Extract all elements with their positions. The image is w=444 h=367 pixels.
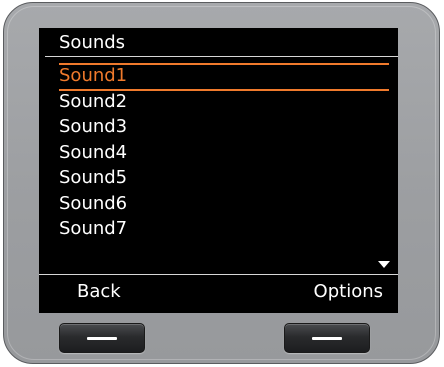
menu-item-sound2[interactable]: Sound2 <box>39 89 398 115</box>
sounds-menu-list: Sound1 Sound2 Sound3 Sound4 Sound5 Sound… <box>39 63 398 242</box>
menu-item-sound1[interactable]: Sound1 <box>39 63 398 90</box>
softkey-back-label: Back <box>77 281 121 302</box>
softkey-divider <box>39 274 398 275</box>
screen-title: Sounds <box>59 32 126 53</box>
scroll-down-arrow-icon <box>378 261 390 268</box>
menu-item-sound3[interactable]: Sound3 <box>39 114 398 140</box>
title-divider <box>45 56 398 57</box>
softkey-options-label: Options <box>313 281 383 302</box>
right-softkey-button[interactable] <box>284 323 370 353</box>
softkey-dash-icon <box>312 337 342 340</box>
left-softkey-button[interactable] <box>59 323 145 353</box>
phone-bezel: Sounds Sound1 Sound2 Sound3 Sound4 Sound… <box>3 2 440 364</box>
menu-item-sound7[interactable]: Sound7 <box>39 216 398 242</box>
softkey-dash-icon <box>87 337 117 340</box>
menu-item-sound4[interactable]: Sound4 <box>39 140 398 166</box>
menu-item-sound6[interactable]: Sound6 <box>39 191 398 217</box>
display-screen: Sounds Sound1 Sound2 Sound3 Sound4 Sound… <box>39 28 398 313</box>
menu-item-sound5[interactable]: Sound5 <box>39 165 398 191</box>
